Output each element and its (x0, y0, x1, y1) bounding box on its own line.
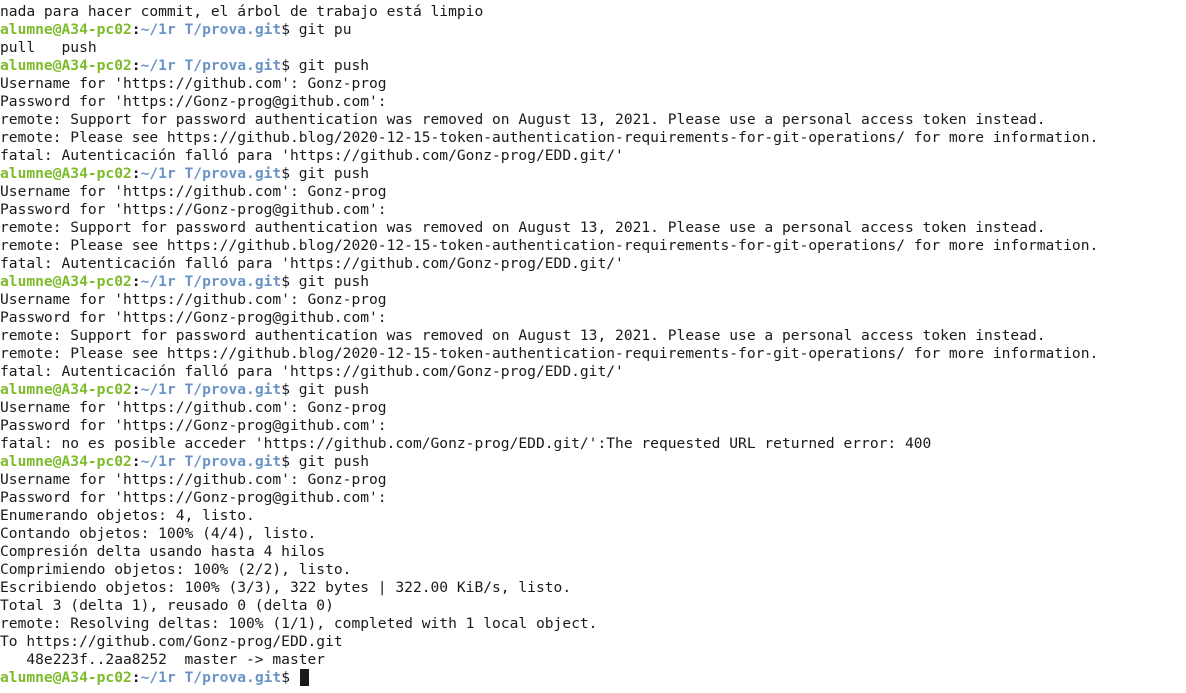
output-line: Comprimiendo objetos: 100% (2/2), listo. (0, 561, 352, 578)
output-line: To https://github.com/Gonz-prog/EDD.git (0, 633, 343, 650)
prompt-line: alumne@A34-pc02:~/1r T/prova.git$ git pu (0, 21, 1186, 39)
prompt-user-host: alumne@A34-pc02 (0, 381, 132, 398)
output-line: Contando objetos: 100% (4/4), listo. (0, 525, 317, 542)
command-text: git push (298, 381, 370, 398)
prompt-path: ~/1r T/prova.git (140, 273, 282, 290)
command-text: git push (298, 165, 370, 182)
prompt-line: alumne@A34-pc02:~/1r T/prova.git$ (0, 669, 1186, 687)
output-line: remote: Please see https://github.blog/2… (0, 345, 1099, 362)
output-line: 48e223f..2aa8252 master -> master (0, 651, 326, 668)
prompt-symbol: $ (281, 453, 299, 470)
prompt-symbol: $ (281, 669, 299, 686)
prompt-line: alumne@A34-pc02:~/1r T/prova.git$ git pu… (0, 453, 1186, 471)
prompt-path: ~/1r T/prova.git (140, 165, 282, 182)
command-text: git push (298, 453, 370, 470)
terminal-output: nada para hacer commit, el árbol de trab… (0, 3, 1186, 687)
output-line: Username for 'https://github.com': Gonz-… (0, 471, 387, 488)
output-line: Enumerando objetos: 4, listo. (0, 507, 255, 524)
prompt-path: ~/1r T/prova.git (140, 21, 282, 38)
output-line: Compresión delta usando hasta 4 hilos (0, 543, 326, 560)
prompt-line: alumne@A34-pc02:~/1r T/prova.git$ git pu… (0, 273, 1186, 291)
prompt-user-host: alumne@A34-pc02 (0, 453, 132, 470)
prompt-user-host: alumne@A34-pc02 (0, 273, 132, 290)
output-line: remote: Please see https://github.blog/2… (0, 237, 1099, 254)
output-line: Password for 'https://Gonz-prog@github.c… (0, 417, 387, 434)
output-line: remote: Please see https://github.blog/2… (0, 129, 1099, 146)
output-line: Password for 'https://Gonz-prog@github.c… (0, 309, 387, 326)
prompt-separator: : (131, 273, 141, 290)
prompt-line: alumne@A34-pc02:~/1r T/prova.git$ git pu… (0, 381, 1186, 399)
prompt-user-host: alumne@A34-pc02 (0, 669, 132, 686)
prompt-path: ~/1r T/prova.git (140, 669, 282, 686)
prompt-symbol: $ (281, 165, 299, 182)
output-line: nada para hacer commit, el árbol de trab… (0, 3, 484, 20)
output-line: Password for 'https://Gonz-prog@github.c… (0, 201, 387, 218)
output-line: Escribiendo objetos: 100% (3/3), 322 byt… (0, 579, 572, 596)
command-text: git pu (298, 21, 352, 38)
output-line: Username for 'https://github.com': Gonz-… (0, 399, 387, 416)
output-line: Username for 'https://github.com': Gonz-… (0, 75, 387, 92)
prompt-separator: : (131, 165, 141, 182)
output-line: Username for 'https://github.com': Gonz-… (0, 183, 387, 200)
output-line: Username for 'https://github.com': Gonz-… (0, 291, 387, 308)
command-text: git push (298, 273, 370, 290)
output-line: Password for 'https://Gonz-prog@github.c… (0, 489, 387, 506)
prompt-separator: : (131, 381, 141, 398)
prompt-line: alumne@A34-pc02:~/1r T/prova.git$ git pu… (0, 165, 1186, 183)
prompt-path: ~/1r T/prova.git (140, 453, 282, 470)
output-line: fatal: no es posible acceder 'https://gi… (0, 435, 932, 452)
prompt-symbol: $ (281, 57, 299, 74)
prompt-path: ~/1r T/prova.git (140, 381, 282, 398)
prompt-line: alumne@A34-pc02:~/1r T/prova.git$ git pu… (0, 57, 1186, 75)
output-line: Total 3 (delta 1), reusado 0 (delta 0) (0, 597, 334, 614)
prompt-user-host: alumne@A34-pc02 (0, 57, 132, 74)
output-line: remote: Resolving deltas: 100% (1/1), co… (0, 615, 598, 632)
output-line: remote: Support for password authenticat… (0, 219, 1046, 236)
prompt-path: ~/1r T/prova.git (140, 57, 282, 74)
prompt-separator: : (131, 57, 141, 74)
prompt-separator: : (131, 21, 141, 38)
output-line: fatal: Autenticación falló para 'https:/… (0, 147, 624, 164)
output-line: Password for 'https://Gonz-prog@github.c… (0, 93, 387, 110)
output-line: fatal: Autenticación falló para 'https:/… (0, 363, 624, 380)
prompt-symbol: $ (281, 21, 299, 38)
text-cursor[interactable] (299, 669, 309, 686)
output-line: remote: Support for password authenticat… (0, 111, 1046, 128)
command-text: git push (298, 57, 370, 74)
prompt-symbol: $ (281, 273, 299, 290)
prompt-separator: : (131, 453, 141, 470)
output-line: pull push (0, 39, 97, 56)
prompt-symbol: $ (281, 381, 299, 398)
prompt-user-host: alumne@A34-pc02 (0, 165, 132, 182)
prompt-separator: : (131, 669, 141, 686)
output-line: fatal: Autenticación falló para 'https:/… (0, 255, 624, 272)
output-line: remote: Support for password authenticat… (0, 327, 1046, 344)
terminal-window[interactable]: nada para hacer commit, el árbol de trab… (0, 0, 1186, 693)
prompt-user-host: alumne@A34-pc02 (0, 21, 132, 38)
